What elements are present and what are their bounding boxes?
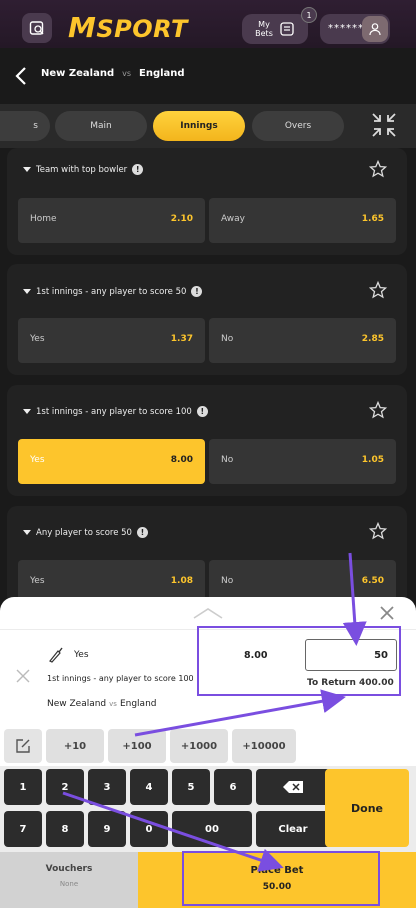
user-icon: [362, 16, 388, 42]
caret-down-icon: [23, 409, 31, 414]
clear-key[interactable]: Clear: [256, 811, 330, 847]
done-button[interactable]: Done: [325, 769, 409, 847]
account-button[interactable]: ******: [320, 14, 390, 44]
tab-overs[interactable]: Overs: [252, 111, 344, 141]
key-1[interactable]: 1: [4, 769, 42, 805]
tab-innings[interactable]: Innings: [153, 111, 245, 141]
vouchers-label: Vouchers: [45, 864, 93, 874]
key-9[interactable]: 9: [88, 811, 126, 847]
stake-input[interactable]: [305, 639, 397, 671]
brand-logo[interactable]: MSPORT: [68, 11, 188, 44]
odds-button[interactable]: No 2.85: [209, 318, 396, 363]
market-card: 1st innings - any player to score 50! Ye…: [7, 264, 407, 375]
selection-name: Yes: [74, 650, 89, 660]
quick-add-1000[interactable]: +1000: [170, 729, 228, 763]
match-bar: New Zealand vs England: [0, 48, 416, 104]
selection-market: 1st innings - any player to score 100: [47, 674, 194, 683]
info-icon[interactable]: !: [136, 527, 148, 538]
caret-down-icon: [23, 530, 31, 535]
backspace-key[interactable]: [256, 769, 330, 805]
logo-text: SPORT: [96, 15, 188, 43]
caret-down-icon: [23, 289, 31, 294]
quick-add-10[interactable]: +10: [46, 729, 104, 763]
key-4[interactable]: 4: [130, 769, 168, 805]
edit-icon[interactable]: [4, 729, 42, 763]
balance-masked: ******: [328, 23, 364, 34]
remove-selection-icon[interactable]: [16, 669, 30, 683]
my-bets-button[interactable]: My Bets: [242, 14, 308, 44]
key-6[interactable]: 6: [214, 769, 252, 805]
place-bet-button[interactable]: Place Bet 50.00: [138, 852, 416, 908]
selection-odds: 8.00: [244, 650, 268, 661]
to-return: To Return 400.00: [307, 678, 394, 688]
market-title[interactable]: 1st innings - any player to score 50!: [23, 286, 203, 297]
my-bets-count-badge: 1: [301, 7, 317, 23]
caret-down-icon: [23, 167, 31, 172]
odds-button-selected[interactable]: Yes 8.00: [18, 439, 205, 484]
top-bar: MSPORT My Bets 1 ******: [0, 0, 416, 48]
divider: [0, 629, 416, 630]
key-8[interactable]: 8: [46, 811, 84, 847]
back-arrow-icon[interactable]: [12, 64, 32, 88]
info-icon[interactable]: !: [196, 406, 208, 417]
odds-button[interactable]: Home 2.10: [18, 198, 205, 243]
star-icon[interactable]: [369, 160, 387, 178]
key-5[interactable]: 5: [172, 769, 210, 805]
backspace-icon: [283, 781, 303, 793]
star-icon[interactable]: [369, 522, 387, 540]
place-bet-label: Place Bet: [250, 865, 304, 876]
key-2[interactable]: 2: [46, 769, 84, 805]
market-card: Team with top bowler! Home 2.10 Away 1.65: [7, 148, 407, 255]
place-bet-amount: 50.00: [262, 882, 292, 892]
close-icon[interactable]: [379, 605, 395, 621]
odds-button[interactable]: Yes 1.37: [18, 318, 205, 363]
tab-main[interactable]: Main: [55, 111, 147, 141]
star-icon[interactable]: [369, 281, 387, 299]
market-title[interactable]: 1st innings - any player to score 100!: [23, 406, 208, 417]
ticket-search-icon[interactable]: [22, 13, 52, 43]
key-00[interactable]: 00: [172, 811, 252, 847]
vouchers-button[interactable]: Vouchers None: [0, 852, 138, 908]
odds-button[interactable]: No 1.05: [209, 439, 396, 484]
market-tabs: s Main Innings Overs: [0, 104, 416, 148]
key-3[interactable]: 3: [88, 769, 126, 805]
info-icon[interactable]: !: [191, 286, 203, 297]
key-0[interactable]: 0: [130, 811, 168, 847]
chevron-up-icon[interactable]: [191, 606, 225, 620]
market-title[interactable]: Any player to score 50!: [23, 527, 148, 538]
quick-add-100[interactable]: +100: [108, 729, 166, 763]
tab-previous[interactable]: s: [0, 111, 50, 141]
odds-button[interactable]: Away 1.65: [209, 198, 396, 243]
key-7[interactable]: 7: [4, 811, 42, 847]
my-bets-label: My Bets: [255, 20, 273, 38]
info-icon[interactable]: !: [132, 164, 144, 175]
match-title: New Zealand vs England: [41, 68, 185, 79]
market-card: 1st innings - any player to score 100! Y…: [7, 385, 407, 496]
quick-add-10000[interactable]: +10000: [232, 729, 296, 763]
vouchers-value: None: [59, 880, 79, 888]
star-icon[interactable]: [369, 401, 387, 419]
cricket-bat-icon: [49, 647, 63, 663]
receipt-icon: [280, 22, 294, 36]
market-card: Any player to score 50! Yes 1.08 No 6.50: [7, 506, 407, 606]
market-title[interactable]: Team with top bowler!: [23, 164, 144, 175]
collapse-arrows-icon[interactable]: [370, 111, 398, 139]
selection-match: New Zealand vs England: [47, 699, 157, 709]
logo-m: M: [68, 11, 97, 44]
